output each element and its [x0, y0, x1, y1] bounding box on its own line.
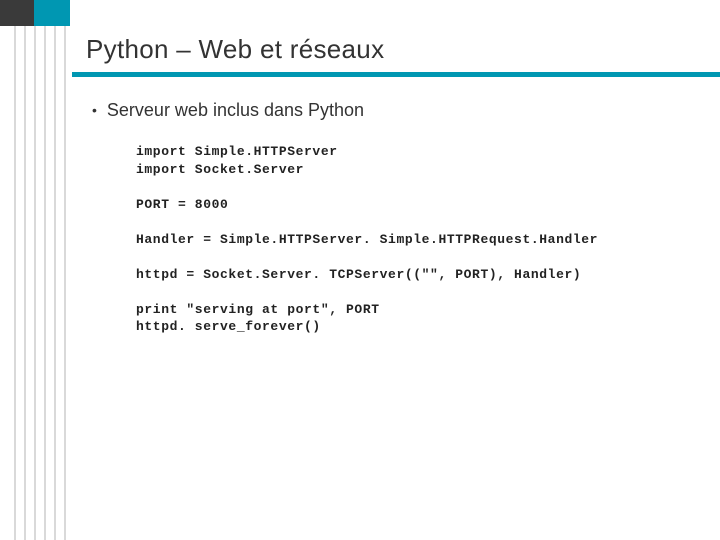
code-line: httpd. serve_forever() — [136, 319, 321, 334]
top-decoration — [0, 0, 70, 26]
left-stripe — [54, 26, 56, 540]
left-stripe — [64, 26, 66, 540]
bullet-dot-icon: • — [92, 103, 97, 117]
code-line: PORT = 8000 — [136, 197, 228, 212]
title-underline — [72, 72, 720, 77]
code-line: import Socket.Server — [136, 162, 304, 177]
code-line: httpd = Socket.Server. TCPServer(("", PO… — [136, 267, 581, 282]
left-stripe — [14, 26, 16, 540]
bullet-text: Serveur web inclus dans Python — [107, 100, 364, 121]
slide-title: Python – Web et réseaux — [86, 34, 696, 75]
code-block: import Simple.HTTPServer import Socket.S… — [136, 143, 692, 336]
slide: Python – Web et réseaux • Serveur web in… — [0, 0, 720, 540]
bullet-item: • Serveur web inclus dans Python — [92, 100, 692, 121]
code-line: Handler = Simple.HTTPServer. Simple.HTTP… — [136, 232, 598, 247]
left-stripe — [34, 26, 36, 540]
slide-body: • Serveur web inclus dans Python import … — [92, 100, 692, 336]
top-teal-block — [34, 0, 70, 26]
left-stripe-group — [0, 26, 70, 540]
top-dark-block — [0, 0, 34, 26]
left-stripe — [24, 26, 26, 540]
code-line: import Simple.HTTPServer — [136, 144, 338, 159]
left-stripe — [44, 26, 46, 540]
code-line: print "serving at port", PORT — [136, 302, 380, 317]
